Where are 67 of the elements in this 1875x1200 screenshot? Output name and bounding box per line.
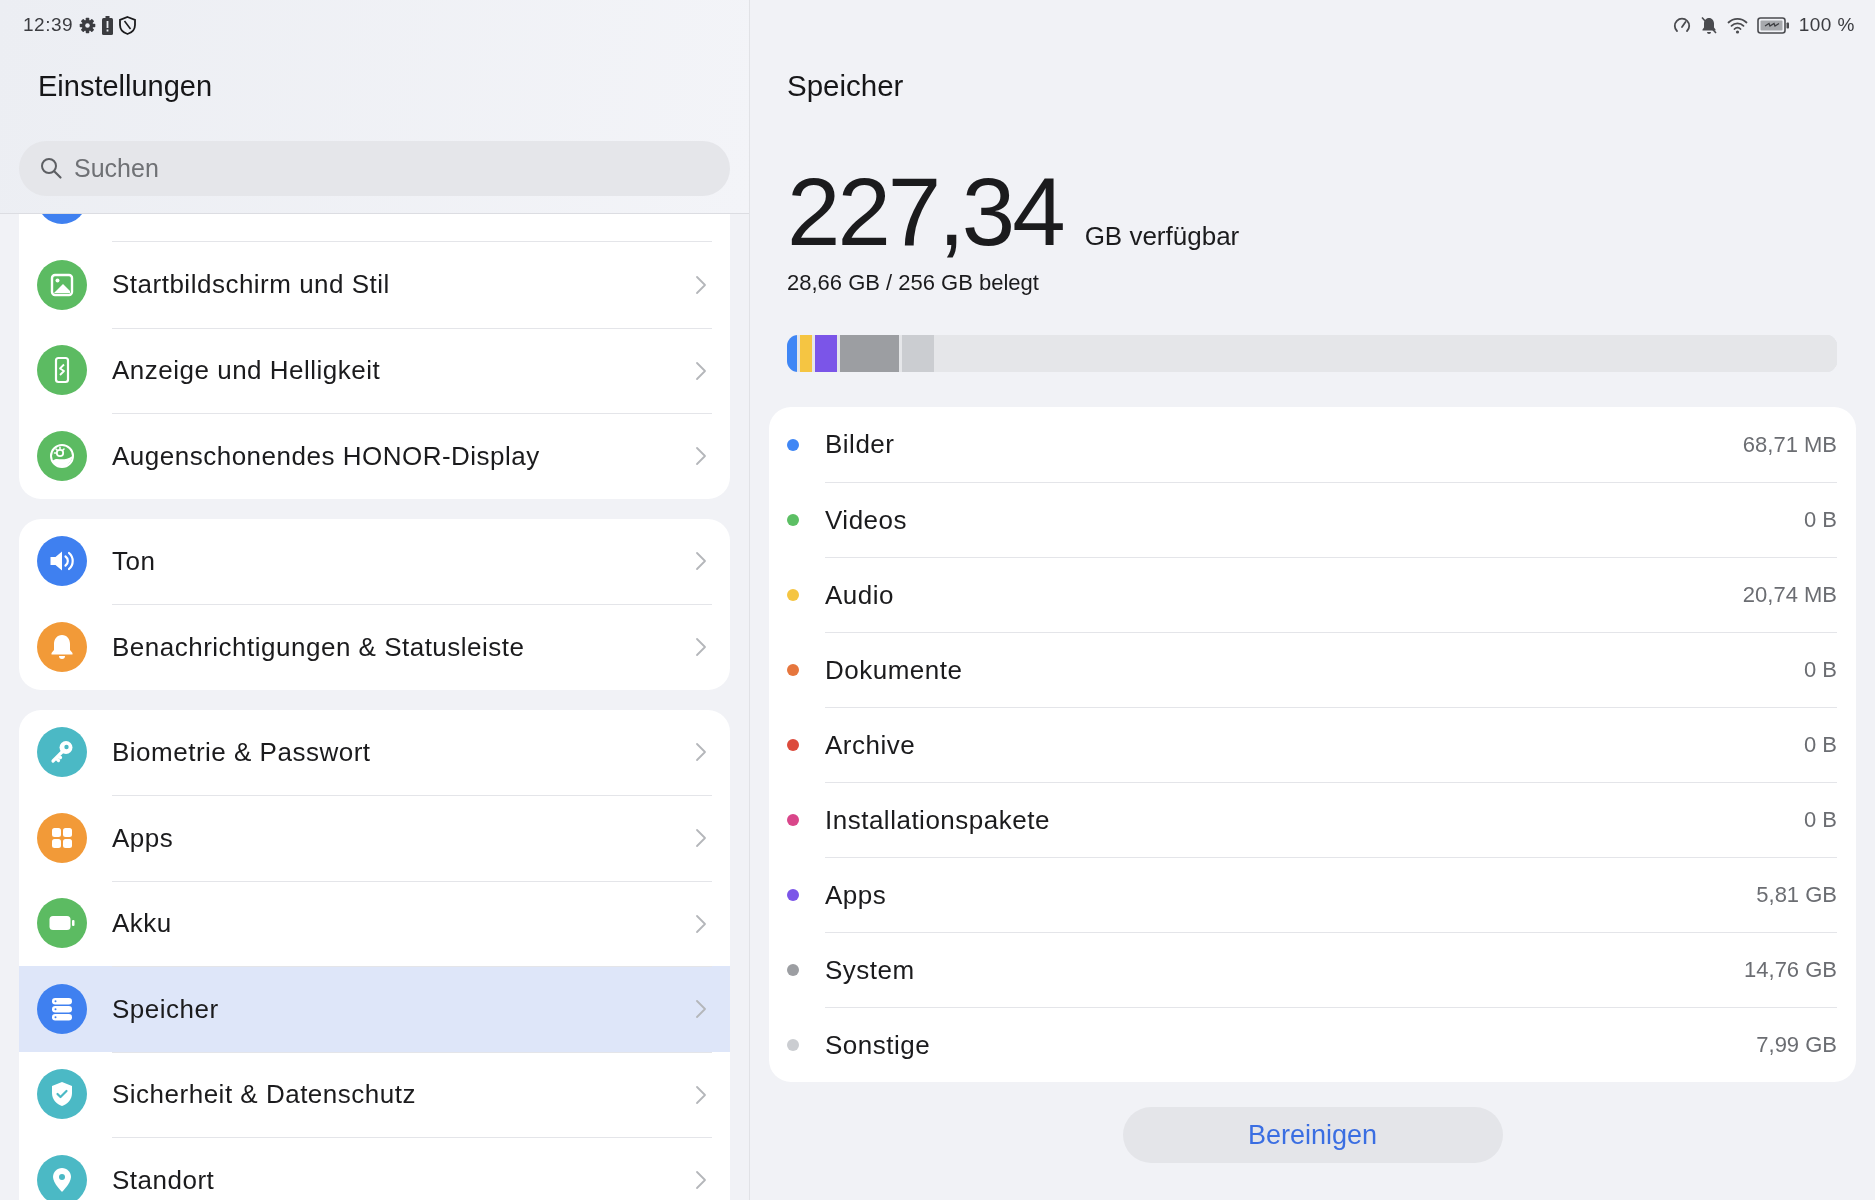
search-field[interactable]: Suchen bbox=[19, 141, 730, 196]
category-label: Audio bbox=[825, 579, 894, 611]
category-size: 0 B bbox=[1803, 732, 1837, 758]
page-title: Speicher bbox=[786, 68, 905, 104]
shield-icon bbox=[119, 15, 137, 35]
category-size: 7,99 GB bbox=[1756, 1032, 1837, 1058]
category-size: 68,71 MB bbox=[1742, 431, 1837, 458]
used-storage-text: 28,66 GB / 256 GB belegt bbox=[786, 269, 1039, 297]
chevron-right-icon bbox=[695, 550, 707, 573]
category-label: System bbox=[825, 954, 915, 986]
category-label: Bilder bbox=[825, 429, 895, 460]
gauge-icon bbox=[1672, 16, 1691, 34]
status-time: 12:39 bbox=[23, 14, 74, 36]
chevron-right-icon bbox=[695, 1083, 707, 1106]
chevron-right-icon bbox=[695, 273, 707, 296]
category-size: 5,81 GB bbox=[1756, 882, 1837, 908]
bell-off-icon bbox=[1699, 15, 1718, 35]
sidebar-title: Einstellungen bbox=[37, 68, 214, 104]
clean-button[interactable]: Bereinigen bbox=[1122, 1107, 1503, 1163]
category-label: Installationspakete bbox=[825, 804, 1050, 836]
chevron-right-icon bbox=[695, 741, 707, 764]
category-label: Archive bbox=[825, 729, 916, 761]
image-icon bbox=[37, 259, 87, 310]
category-size: 0 B bbox=[1803, 507, 1837, 533]
chevron-right-icon bbox=[695, 445, 707, 468]
category-label: Sonstige bbox=[825, 1029, 931, 1061]
chevron-right-icon bbox=[695, 827, 707, 850]
battery-percent: 100 % bbox=[1798, 14, 1855, 36]
bell-icon bbox=[37, 621, 87, 672]
settings-item[interactable]: Startbildschirm und Stil bbox=[19, 242, 730, 328]
settings-item[interactable]: Biometrie & Passwort bbox=[19, 709, 730, 795]
battery-alert-icon bbox=[102, 15, 114, 35]
chevron-right-icon bbox=[695, 636, 707, 659]
speaker-icon bbox=[37, 536, 87, 587]
sun-wave-icon bbox=[37, 430, 87, 481]
phone-icon bbox=[37, 345, 87, 396]
available-value: 227,34 bbox=[787, 164, 1063, 260]
settings-item[interactable]: Speicher bbox=[19, 966, 730, 1052]
settings-item[interactable]: Apps bbox=[19, 795, 730, 881]
search-icon bbox=[39, 156, 63, 180]
category-size: 20,74 MB bbox=[1742, 582, 1837, 608]
category-label: Dokumente bbox=[825, 654, 963, 686]
settings-item[interactable]: Akku bbox=[19, 880, 730, 966]
category-size: 0 B bbox=[1803, 807, 1837, 833]
settings-item[interactable]: Standort bbox=[19, 1137, 730, 1200]
battery-icon bbox=[37, 898, 87, 949]
shield-check-icon bbox=[37, 1069, 87, 1120]
settings-item[interactable]: Anzeige und Helligkeit bbox=[19, 327, 730, 413]
category-label: Apps bbox=[825, 879, 887, 911]
category-size: 0 B bbox=[1803, 657, 1837, 683]
settings-icon bbox=[79, 16, 97, 34]
category-size: 14,76 GB bbox=[1744, 957, 1837, 983]
settings-item[interactable]: Ton bbox=[19, 518, 730, 604]
battery-charging-icon bbox=[1756, 16, 1790, 34]
wifi-icon bbox=[1726, 16, 1748, 34]
key-icon bbox=[37, 727, 87, 778]
chevron-right-icon bbox=[695, 998, 707, 1021]
chevron-right-icon bbox=[695, 912, 707, 935]
category-label: Videos bbox=[825, 504, 908, 536]
grid-icon bbox=[37, 812, 87, 863]
available-unit: GB verfügbar bbox=[1084, 221, 1240, 252]
settings-item[interactable]: Augenschonendes HONOR-Display bbox=[19, 413, 730, 499]
chevron-right-icon bbox=[695, 359, 707, 382]
chevron-right-icon bbox=[695, 1169, 707, 1192]
settings-item[interactable]: Sicherheit & Datenschutz bbox=[19, 1051, 730, 1137]
settings-item[interactable]: Benachrichtigungen & Statusleiste bbox=[19, 604, 730, 690]
stack-icon bbox=[37, 983, 87, 1034]
